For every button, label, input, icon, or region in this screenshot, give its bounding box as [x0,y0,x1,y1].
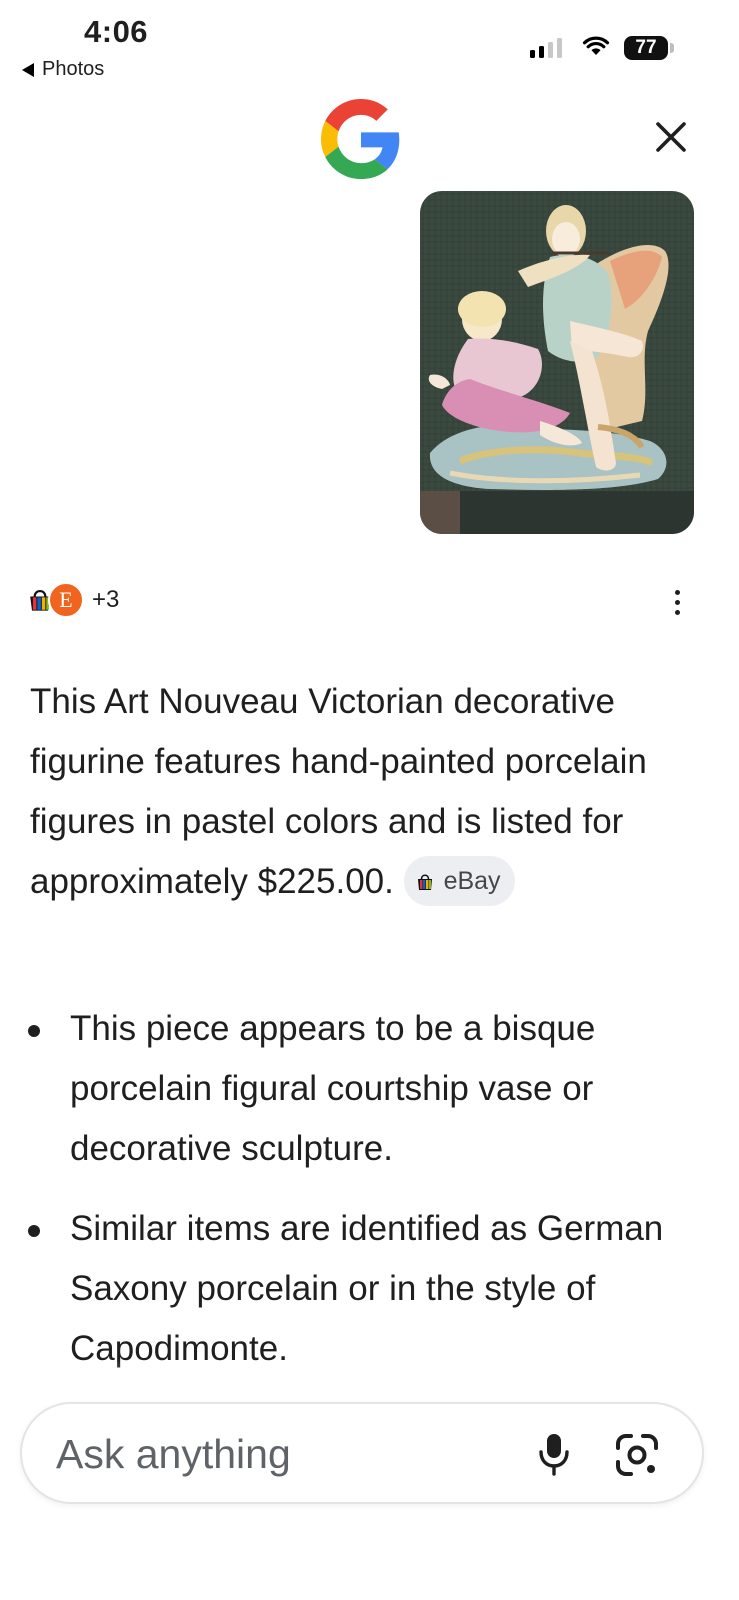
back-label: Photos [42,58,105,80]
google-g-icon [321,99,400,179]
more-options-icon[interactable] [664,586,690,618]
list-item: Similar items are identified as German S… [22,1199,712,1379]
more-sources-count[interactable]: +3 [92,586,119,614]
answer-text: This Art Nouveau Victorian decorative fi… [30,682,647,901]
ai-answer-paragraph: This Art Nouveau Victorian decorative fi… [30,672,710,912]
query-photo-figurine[interactable] [420,191,694,534]
ask-input-bar[interactable] [20,1402,704,1504]
cellular-signal-icon [530,38,562,58]
wifi-icon [582,36,610,55]
list-item: This piece appears to be a bisque porcel… [22,999,712,1179]
back-arrow-icon [22,62,34,77]
lens-camera-icon[interactable] [614,1432,660,1478]
sources-row[interactable]: E +3 [22,582,119,618]
source-chip-ebay[interactable]: eBay [403,855,515,906]
source-chip-label: eBay [443,866,501,895]
battery-level: 77 [624,36,668,60]
battery-tip [670,43,674,53]
status-time: 4:06 [84,14,149,49]
answer-bullet-list: This piece appears to be a bisque porcel… [22,999,712,1399]
ebay-icon [413,869,436,892]
battery-indicator: 77 [624,36,674,60]
close-icon[interactable] [652,118,690,156]
etsy-icon: E [48,582,84,618]
ask-anything-input[interactable] [56,1426,496,1482]
back-to-photos-button[interactable]: Photos [22,58,104,81]
microphone-icon[interactable] [536,1430,572,1478]
